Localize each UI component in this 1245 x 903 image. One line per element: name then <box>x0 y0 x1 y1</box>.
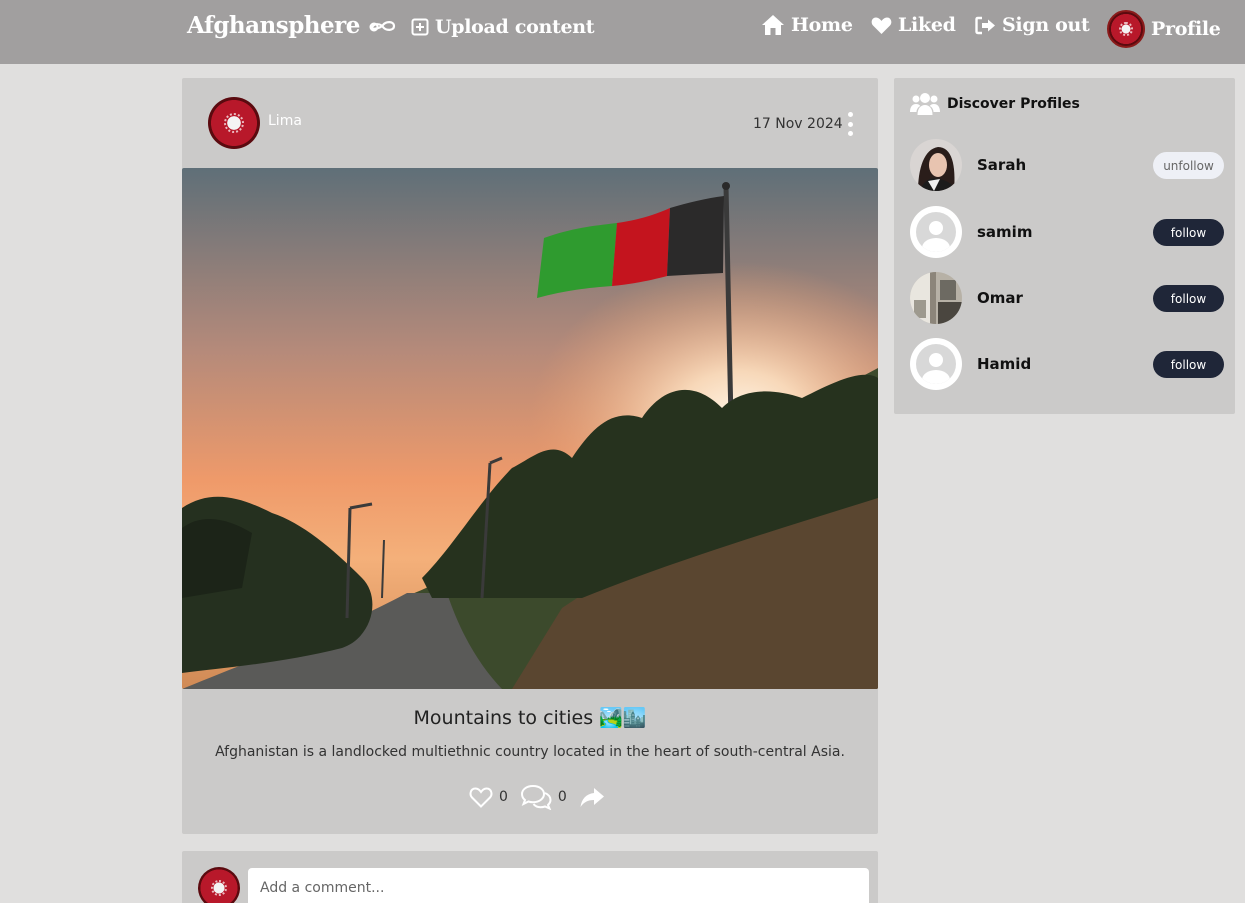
follow-button[interactable]: follow <box>1153 219 1224 246</box>
follow-button[interactable]: follow <box>1153 285 1224 312</box>
comment-count: 0 <box>557 789 567 805</box>
sign-out-link[interactable]: Sign out <box>975 14 1090 36</box>
post-actions: 0 0 <box>469 784 605 810</box>
author-avatar[interactable] <box>208 97 260 149</box>
sign-out-label: Sign out <box>1002 14 1090 36</box>
author-name[interactable]: Lima <box>268 113 302 129</box>
profile-row: samim follow <box>910 206 1224 258</box>
avatar[interactable] <box>910 139 962 191</box>
profile-name[interactable]: Omar <box>977 289 1023 307</box>
home-link[interactable]: Home <box>761 14 853 36</box>
discover-title: Discover Profiles <box>947 96 1080 112</box>
default-avatar[interactable] <box>910 206 962 258</box>
comment-avatar <box>198 867 240 903</box>
home-label: Home <box>791 14 853 36</box>
follow-button[interactable]: follow <box>1153 351 1224 378</box>
liked-link[interactable]: Liked <box>871 14 956 36</box>
profile-row: Hamid follow <box>910 338 1224 390</box>
post-date: 17 Nov 2024 <box>753 116 843 132</box>
profile-avatar <box>1107 10 1145 48</box>
comments-icon[interactable] <box>520 784 552 810</box>
post-description: Afghanistan is a landlocked multiethnic … <box>215 744 845 760</box>
liked-label: Liked <box>898 14 956 36</box>
comment-form <box>182 851 878 903</box>
discover-header: Discover Profiles <box>909 92 1080 116</box>
more-options-icon[interactable] <box>845 112 855 136</box>
post-image <box>182 168 878 689</box>
profile-row: Sarah unfollow <box>910 139 1224 191</box>
sign-out-icon <box>975 16 995 34</box>
upload-label: Upload content <box>435 16 595 38</box>
brand-link[interactable]: Afghansphere <box>187 12 398 39</box>
upload-content-link[interactable]: Upload content <box>411 16 595 38</box>
navbar: Afghansphere Upload content Home Liked S… <box>0 0 1245 64</box>
home-icon <box>762 15 784 35</box>
post-title: Mountains to cities 🏞️🏙️ <box>413 707 647 729</box>
avatar[interactable] <box>910 272 962 324</box>
comment-input[interactable] <box>248 868 869 903</box>
profile-name[interactable]: samim <box>977 223 1032 241</box>
profile-name[interactable]: Sarah <box>977 156 1026 174</box>
plus-square-icon <box>411 18 429 36</box>
profile-link[interactable]: Profile <box>1107 10 1221 48</box>
default-avatar[interactable] <box>910 338 962 390</box>
heart-icon <box>871 17 892 34</box>
like-heart-icon[interactable] <box>469 786 493 808</box>
like-count: 0 <box>499 789 508 805</box>
profile-name[interactable]: Hamid <box>977 355 1031 373</box>
profile-row: Omar follow <box>910 272 1224 324</box>
unfollow-button[interactable]: unfollow <box>1153 152 1224 179</box>
share-icon[interactable] <box>579 786 605 808</box>
users-icon <box>910 93 940 115</box>
post-card: Lima 17 Nov 2024 Mountains to cities 🏞️🏙… <box>182 78 878 834</box>
infinity-cloud-icon <box>369 20 396 31</box>
brand-name: Afghansphere <box>187 12 360 39</box>
profile-label: Profile <box>1151 18 1221 40</box>
discover-profiles-panel: Discover Profiles Sarah unfollow samim f… <box>894 78 1235 414</box>
